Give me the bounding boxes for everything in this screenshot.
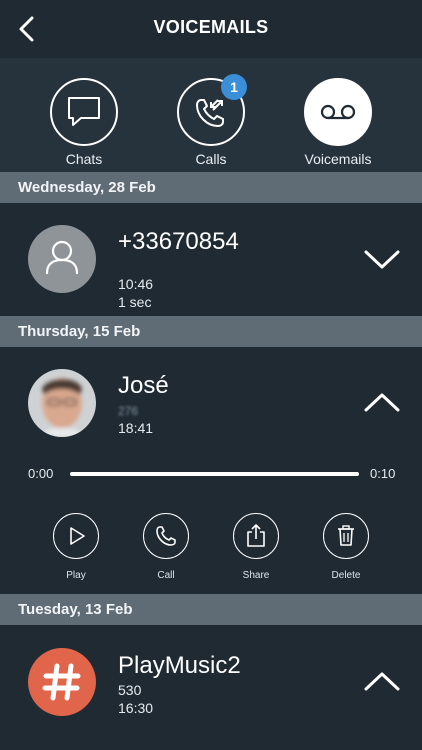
caller-number: 276 [118, 404, 139, 418]
avatar [28, 225, 96, 293]
tab-chats-label: Chats [65, 151, 103, 167]
call-time: 10:46 [118, 276, 154, 292]
tab-chats[interactable]: Chats [34, 78, 134, 170]
share-icon [247, 524, 265, 547]
caller-name: José [118, 372, 169, 399]
expand-button[interactable] [362, 246, 402, 272]
tab-voicemails[interactable]: Voicemails [288, 78, 388, 170]
avatar [28, 648, 96, 716]
calls-badge: 1 [221, 74, 247, 100]
share-ring [233, 513, 279, 559]
delete-button[interactable]: Delete [316, 513, 376, 583]
caller-name: +33670854 [118, 228, 239, 255]
delete-label: Delete [331, 570, 361, 581]
voicemails-tab-circle [304, 78, 372, 146]
call-label: Call [157, 570, 175, 581]
chevron-up-icon [364, 672, 400, 691]
call-time: 16:30 [118, 700, 154, 716]
playback-current-time: 0:00 [28, 466, 54, 481]
voicemail-icon [320, 104, 356, 120]
chevron-up-icon [364, 393, 400, 412]
date-header: Wednesday, 28 Feb [0, 172, 422, 203]
tab-bar: Chats 1 Calls Voicemails [0, 58, 422, 172]
call-time: 18:41 [118, 420, 154, 436]
chevron-down-icon [364, 250, 400, 269]
avatar-photo [28, 369, 96, 437]
tab-calls[interactable]: 1 Calls [161, 74, 261, 170]
play-button[interactable]: Play [46, 513, 106, 583]
tab-calls-label: Calls [195, 151, 227, 167]
playback-total-time: 0:10 [370, 466, 396, 481]
date-header: Tuesday, 13 Feb [0, 594, 422, 625]
top-bar: VOICEMAILS [0, 0, 422, 58]
caller-number: 530 [118, 682, 142, 698]
playback-progress-bar[interactable] [70, 472, 359, 476]
share-label: Share [242, 570, 270, 581]
play-icon [70, 527, 85, 545]
share-button[interactable]: Share [226, 513, 286, 583]
date-header: Thursday, 15 Feb [0, 316, 422, 347]
tab-voicemails-label: Voicemails [304, 151, 372, 167]
delete-ring [323, 513, 369, 559]
chat-bubble-icon [68, 97, 100, 126]
play-label: Play [66, 570, 86, 581]
chats-tab-circle [50, 78, 118, 146]
phone-icon [156, 526, 176, 546]
collapse-button[interactable] [362, 669, 402, 695]
trash-icon [338, 525, 354, 546]
collapse-button[interactable] [362, 390, 402, 416]
play-ring [53, 513, 99, 559]
phone-calls-icon [196, 99, 224, 127]
call-ring [143, 513, 189, 559]
hash-icon [42, 663, 81, 701]
contact-photo [28, 369, 96, 437]
page-title: VOICEMAILS [153, 17, 269, 37]
person-icon [45, 240, 79, 275]
call-duration: 1 sec [118, 294, 152, 310]
call-button[interactable]: Call [136, 513, 196, 583]
caller-name: PlayMusic2 [118, 652, 241, 679]
